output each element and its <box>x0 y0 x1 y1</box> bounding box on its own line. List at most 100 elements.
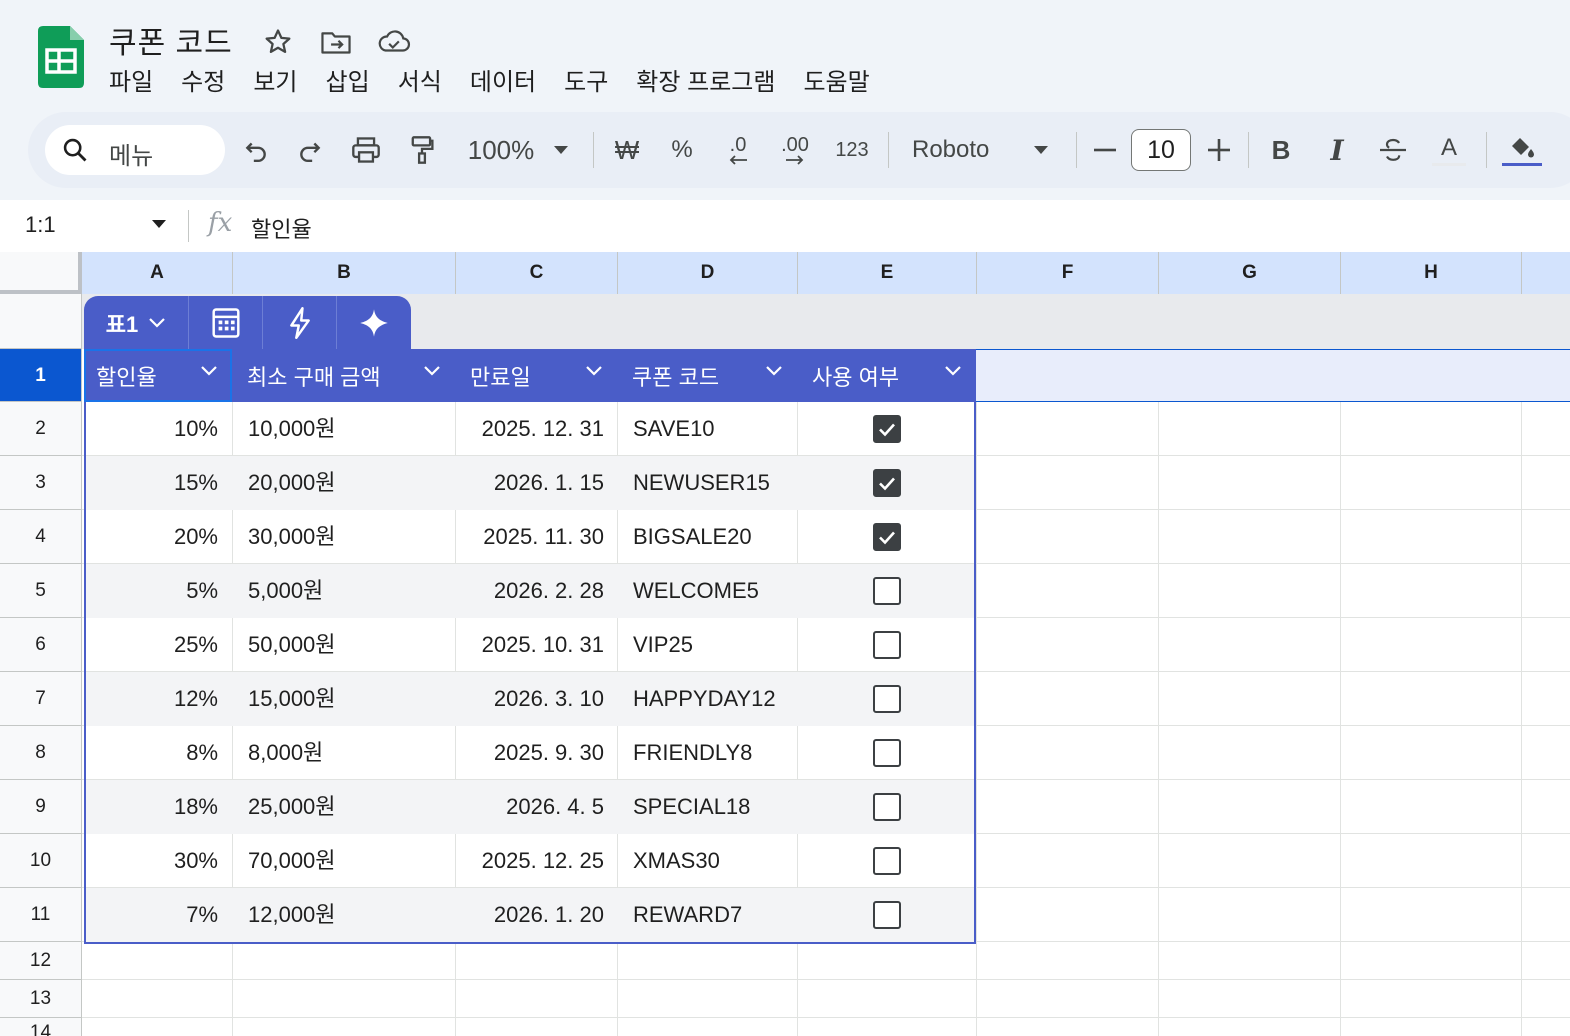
chevron-down-icon[interactable] <box>423 365 441 377</box>
cell-discount[interactable]: 25% <box>86 618 218 672</box>
menu-help[interactable]: 도움말 <box>803 62 869 97</box>
cell-code[interactable]: NEWUSER15 <box>633 456 803 510</box>
used-checkbox[interactable] <box>873 469 901 497</box>
cell-expiry[interactable]: 2025. 12. 25 <box>458 834 604 888</box>
column-header-i[interactable] <box>1522 252 1570 294</box>
cell-discount[interactable]: 10% <box>86 402 218 456</box>
star-icon[interactable] <box>260 24 296 60</box>
move-folder-icon[interactable] <box>318 24 354 60</box>
column-header-f[interactable]: F <box>977 252 1159 294</box>
cell-expiry[interactable]: 2026. 1. 15 <box>458 456 604 510</box>
row-header-13[interactable]: 13 <box>0 980 82 1018</box>
decrease-font-size-icon[interactable] <box>1090 125 1120 175</box>
cell-discount[interactable]: 20% <box>86 510 218 564</box>
column-header-e[interactable]: E <box>798 252 977 294</box>
strikethrough-icon[interactable] <box>1376 125 1410 175</box>
menu-tools[interactable]: 도구 <box>564 62 608 97</box>
name-box[interactable]: 1:1 <box>25 212 56 238</box>
cell-code[interactable]: BIGSALE20 <box>633 510 803 564</box>
cell-expiry[interactable]: 2026. 2. 28 <box>458 564 604 618</box>
row-header-1[interactable]: 1 <box>0 349 82 402</box>
cell-min-purchase[interactable]: 70,000원 <box>248 834 448 888</box>
cell-discount[interactable]: 8% <box>86 726 218 780</box>
row-header-9[interactable]: 9 <box>0 780 82 834</box>
used-checkbox[interactable] <box>873 685 901 713</box>
cell-discount[interactable]: 18% <box>86 780 218 834</box>
cell-expiry[interactable]: 2026. 3. 10 <box>458 672 604 726</box>
zoom-dropdown-icon[interactable] <box>550 125 572 175</box>
cell-expiry[interactable]: 2025. 10. 31 <box>458 618 604 672</box>
used-checkbox[interactable] <box>873 415 901 443</box>
used-checkbox[interactable] <box>873 901 901 929</box>
font-dropdown-icon[interactable] <box>1030 125 1052 175</box>
bold-icon[interactable]: B <box>1266 125 1296 175</box>
table-ai-button[interactable] <box>337 296 411 349</box>
cloud-saved-icon[interactable] <box>376 24 412 60</box>
used-checkbox[interactable] <box>873 523 901 551</box>
cell-min-purchase[interactable]: 10,000원 <box>248 402 448 456</box>
cell-expiry[interactable]: 2025. 12. 31 <box>458 402 604 456</box>
cell-expiry[interactable]: 2025. 9. 30 <box>458 726 604 780</box>
column-header-d[interactable]: D <box>618 252 798 294</box>
menu-insert[interactable]: 삽입 <box>326 62 370 97</box>
paint-format-icon[interactable] <box>402 125 442 175</box>
decrease-decimal-button[interactable]: .0 <box>718 125 758 175</box>
table-header-min-purchase[interactable]: 최소 구매 금액 <box>247 349 455 402</box>
menu-data[interactable]: 데이터 <box>470 62 536 97</box>
cell-min-purchase[interactable]: 5,000원 <box>248 564 448 618</box>
chevron-down-icon[interactable] <box>944 365 962 377</box>
menu-file[interactable]: 파일 <box>109 62 153 97</box>
cell-code[interactable]: XMAS30 <box>633 834 803 888</box>
name-box-dropdown-icon[interactable] <box>152 220 166 228</box>
percent-format-button[interactable]: % <box>666 125 698 175</box>
table-header-expiry[interactable]: 만료일 <box>470 349 617 402</box>
cell-code[interactable]: WELCOME5 <box>633 564 803 618</box>
column-header-g[interactable]: G <box>1159 252 1341 294</box>
increase-decimal-button[interactable]: .00 <box>770 125 820 175</box>
menu-edit[interactable]: 수정 <box>181 62 225 97</box>
cell-min-purchase[interactable]: 8,000원 <box>248 726 448 780</box>
cell-code[interactable]: SPECIAL18 <box>633 780 803 834</box>
number-format-button[interactable]: 123 <box>832 125 872 175</box>
column-header-b[interactable]: B <box>233 252 456 294</box>
formula-input[interactable]: 할인율 <box>251 212 312 244</box>
menu-search-box[interactable]: 메뉴 <box>45 125 225 175</box>
sheets-logo-icon[interactable] <box>38 26 84 88</box>
currency-format-button[interactable]: ₩ <box>611 125 643 175</box>
zoom-select[interactable]: 100% <box>460 125 542 175</box>
spreadsheet-grid[interactable]: A B C D E F G H 1 2 3 4 5 6 7 8 9 10 11 … <box>0 252 1570 1036</box>
row-header-7[interactable]: 7 <box>0 672 82 726</box>
cell-discount[interactable]: 5% <box>86 564 218 618</box>
italic-icon[interactable]: I <box>1322 125 1352 175</box>
cell-discount[interactable]: 7% <box>86 888 218 942</box>
cell-min-purchase[interactable]: 50,000원 <box>248 618 448 672</box>
cell-expiry[interactable]: 2025. 11. 30 <box>458 510 604 564</box>
table-automation-button[interactable] <box>263 296 337 349</box>
table-header-used[interactable]: 사용 여부 <box>812 349 976 402</box>
column-header-a[interactable]: A <box>82 252 233 294</box>
used-checkbox[interactable] <box>873 577 901 605</box>
used-checkbox[interactable] <box>873 847 901 875</box>
document-title[interactable]: 쿠폰 코드 <box>109 18 233 62</box>
cell-min-purchase[interactable]: 25,000원 <box>248 780 448 834</box>
text-color-button[interactable]: A <box>1432 125 1466 175</box>
cell-expiry[interactable]: 2026. 4. 5 <box>458 780 604 834</box>
chevron-down-icon[interactable] <box>765 365 783 377</box>
cell-min-purchase[interactable]: 15,000원 <box>248 672 448 726</box>
row-header-8[interactable]: 8 <box>0 726 82 780</box>
used-checkbox[interactable] <box>873 739 901 767</box>
row-header-6[interactable]: 6 <box>0 618 82 672</box>
cell-min-purchase[interactable]: 20,000원 <box>248 456 448 510</box>
cell-min-purchase[interactable]: 30,000원 <box>248 510 448 564</box>
select-all-corner[interactable] <box>0 252 82 294</box>
used-checkbox[interactable] <box>873 793 901 821</box>
cell-discount[interactable]: 15% <box>86 456 218 510</box>
used-checkbox[interactable] <box>873 631 901 659</box>
row-header-11[interactable]: 11 <box>0 888 82 942</box>
row-header-12[interactable]: 12 <box>0 942 82 980</box>
redo-icon[interactable] <box>290 125 330 175</box>
column-header-c[interactable]: C <box>456 252 618 294</box>
cell-discount[interactable]: 30% <box>86 834 218 888</box>
cell-discount[interactable]: 12% <box>86 672 218 726</box>
cell-code[interactable]: FRIENDLY8 <box>633 726 803 780</box>
